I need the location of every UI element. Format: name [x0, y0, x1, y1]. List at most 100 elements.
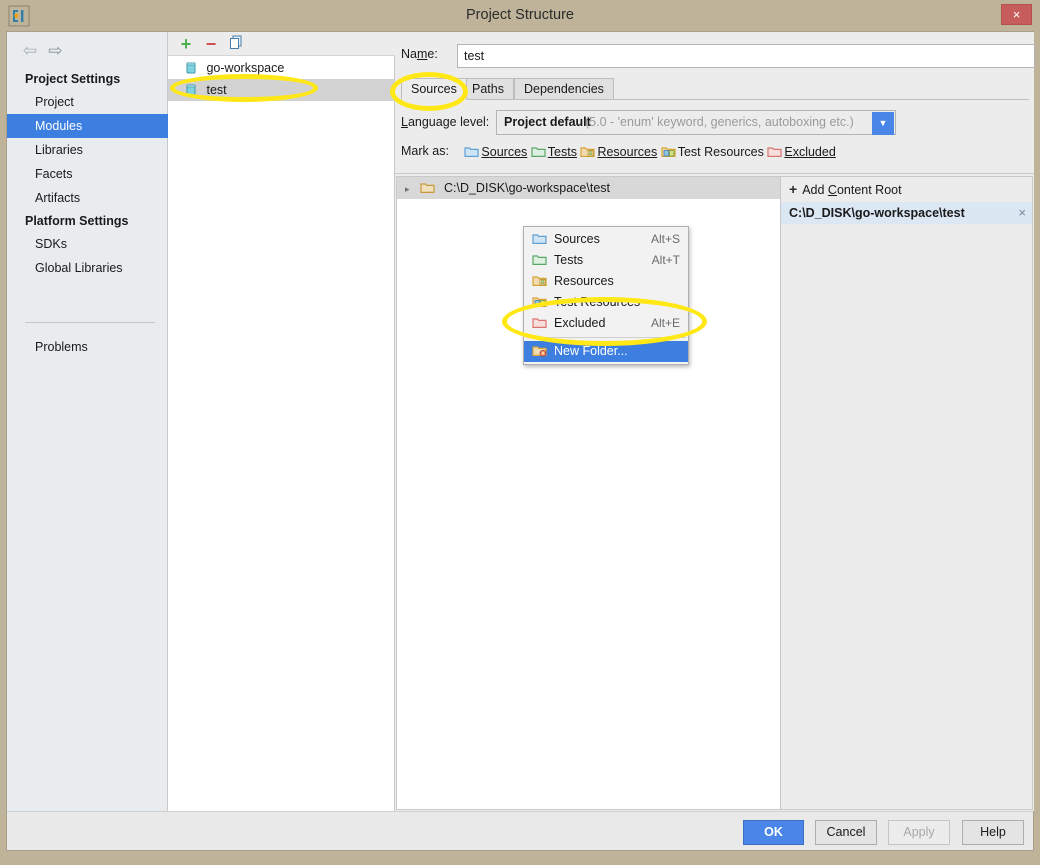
dialog-body: ⇦ ⇨ Project Settings Project Modules Lib…: [6, 31, 1035, 851]
content-roots-panel: + Add Content Root C:\D_DISK\go-workspace…: [781, 176, 1033, 810]
plus-icon: +: [789, 181, 798, 197]
sidebar-divider: [25, 322, 155, 323]
mark-as-excluded-label: xcluded: [792, 144, 836, 159]
folder-test-resources-icon: [661, 145, 676, 158]
sidebar-item-problems-wrap: Problems: [7, 335, 168, 359]
folder-green-icon: [532, 252, 547, 265]
folder-tan-icon: [420, 179, 436, 193]
menu-item-shortcut: Alt+E: [650, 316, 680, 330]
chevron-down-icon[interactable]: ▼: [872, 112, 894, 135]
menu-item-sources[interactable]: Sources Alt+S: [524, 229, 688, 250]
module-icon: [184, 82, 198, 96]
module-icon: [184, 60, 198, 74]
mark-as-tests-label: ests: [554, 144, 577, 159]
content-root-path: C:\D_DISK\go-workspace\test: [789, 206, 965, 220]
tree-row-content-root[interactable]: ▸ C:\D_DISK\go-workspace\test: [397, 177, 780, 199]
sidebar-item-project[interactable]: Project: [7, 90, 168, 114]
name-label: Name:: [401, 47, 438, 61]
mark-as-tests-button[interactable]: Tests: [531, 145, 577, 159]
sidebar-item-global-libraries[interactable]: Global Libraries: [7, 256, 168, 280]
menu-separator: [526, 337, 686, 338]
mark-as-test-resources-label: Test Resources: [677, 144, 764, 159]
arrow-left-icon[interactable]: ⇦: [19, 40, 41, 62]
mark-as-excluded-button[interactable]: Excluded: [767, 144, 836, 159]
menu-item-tests[interactable]: Tests Alt+T: [524, 250, 688, 271]
folder-blue-icon: [464, 145, 480, 158]
navigation-arrows: ⇦ ⇨: [19, 40, 66, 62]
folder-red-icon: [767, 145, 782, 158]
language-level-hint: (5.0 - 'enum' keyword, generics, autobox…: [585, 115, 854, 129]
sidebar-group-platform-settings: Platform Settings: [25, 214, 129, 228]
editor-tabs: Sources Paths Dependencies: [401, 78, 1029, 100]
tab-dependencies[interactable]: Dependencies: [514, 78, 614, 100]
tab-sources[interactable]: Sources: [401, 78, 467, 100]
add-content-root-button[interactable]: + Add Content Root: [781, 177, 1032, 202]
sidebar-item-artifacts[interactable]: Artifacts: [7, 186, 168, 210]
menu-item-test-resources[interactable]: Test Resources: [524, 292, 688, 313]
plus-icon[interactable]: +: [175, 34, 197, 54]
menu-item-excluded[interactable]: Excluded Alt+E: [524, 313, 688, 334]
tree-row-label: C:\D_DISK\go-workspace\test: [443, 181, 611, 195]
menu-item-label: Tests: [554, 253, 584, 267]
folder-new-icon: [532, 343, 547, 357]
folder-resources-icon: [532, 273, 547, 286]
menu-item-shortcut: Alt+T: [651, 253, 680, 267]
list-item[interactable]: test: [168, 79, 395, 101]
sidebar-group-project-settings: Project Settings: [25, 72, 121, 86]
copy-icon[interactable]: [225, 34, 247, 54]
language-level-combobox[interactable]: Project default (5.0 - 'enum' keyword, g…: [496, 110, 896, 135]
sidebar-item-sdks[interactable]: SDKs: [7, 232, 168, 256]
settings-sidebar: ⇦ ⇨ Project Settings Project Modules Lib…: [7, 32, 168, 811]
language-level-label: Language level:: [401, 115, 490, 129]
name-row: Name:: [401, 44, 1035, 68]
sidebar-item-modules[interactable]: Modules: [7, 114, 168, 138]
mark-as-resources-button[interactable]: Resources: [580, 145, 657, 159]
language-level-value: Project default: [504, 115, 591, 129]
menu-item-label: Test Resources: [554, 295, 641, 309]
mark-as-excluded-mnemonic: E: [784, 144, 793, 159]
folder-test-resources-icon: [532, 294, 547, 307]
window-title: Project Structure: [466, 7, 574, 23]
minus-icon[interactable]: −: [200, 34, 222, 54]
list-item-label: go-workspace: [206, 61, 285, 75]
mark-as-sources-button[interactable]: Sources: [464, 145, 527, 159]
mark-as-row: Mark as: Sources Tests Resources Test Re…: [401, 144, 1029, 166]
menu-item-new-folder[interactable]: New Folder...: [524, 341, 688, 362]
close-icon[interactable]: ×: [1018, 202, 1026, 224]
mark-as-separator: [395, 173, 1034, 174]
menu-item-label: Excluded: [554, 316, 606, 330]
content-root-entry[interactable]: C:\D_DISK\go-workspace\test ×: [781, 202, 1032, 224]
name-input[interactable]: [457, 44, 1035, 68]
sidebar-item-libraries[interactable]: Libraries: [7, 138, 168, 162]
mark-as-sources-label: ources: [489, 144, 528, 159]
language-level-row: Language level: Project default (5.0 - '…: [401, 110, 1029, 136]
modules-toolbar: + −: [168, 32, 395, 56]
cancel-button[interactable]: Cancel: [815, 820, 877, 845]
mark-as-label: Mark as:: [401, 144, 449, 158]
folder-resources-icon: [580, 145, 596, 158]
menu-item-resources[interactable]: Resources: [524, 271, 688, 292]
tabs-underline: [401, 99, 1029, 100]
list-item[interactable]: go-workspace: [168, 57, 395, 79]
modules-list-panel: + − go-workspace test: [168, 32, 395, 811]
title-bar: Project Structure ×: [0, 0, 1040, 31]
mark-as-test-resources-button[interactable]: Test Resources: [661, 145, 764, 159]
sidebar-item-problems[interactable]: Problems: [7, 335, 168, 359]
list-item-label: test: [206, 83, 227, 97]
folder-red-icon: [532, 315, 547, 328]
sidebar-item-facets[interactable]: Facets: [7, 162, 168, 186]
apply-button: Apply: [888, 820, 950, 845]
tab-paths[interactable]: Paths: [462, 78, 514, 100]
dialog-footer: OK Cancel Apply Help: [7, 811, 1033, 850]
project-structure-window: Project Structure × ⇦ ⇨ Project Settings…: [0, 0, 1040, 865]
help-button[interactable]: Help: [962, 820, 1024, 845]
mark-as-resources-mnemonic-wrap: Resources: [597, 144, 658, 159]
close-button[interactable]: ×: [1001, 4, 1032, 25]
menu-item-label: Resources: [554, 274, 614, 288]
chevron-right-icon[interactable]: ▸: [405, 178, 417, 200]
mark-as-sources-mnemonic: S: [481, 144, 490, 159]
ok-button[interactable]: OK: [743, 820, 804, 845]
mark-as-context-menu: Sources Alt+S Tests Alt+T Resources Test…: [523, 226, 689, 365]
arrow-right-icon[interactable]: ⇨: [44, 40, 66, 62]
menu-item-label: New Folder...: [554, 344, 628, 358]
